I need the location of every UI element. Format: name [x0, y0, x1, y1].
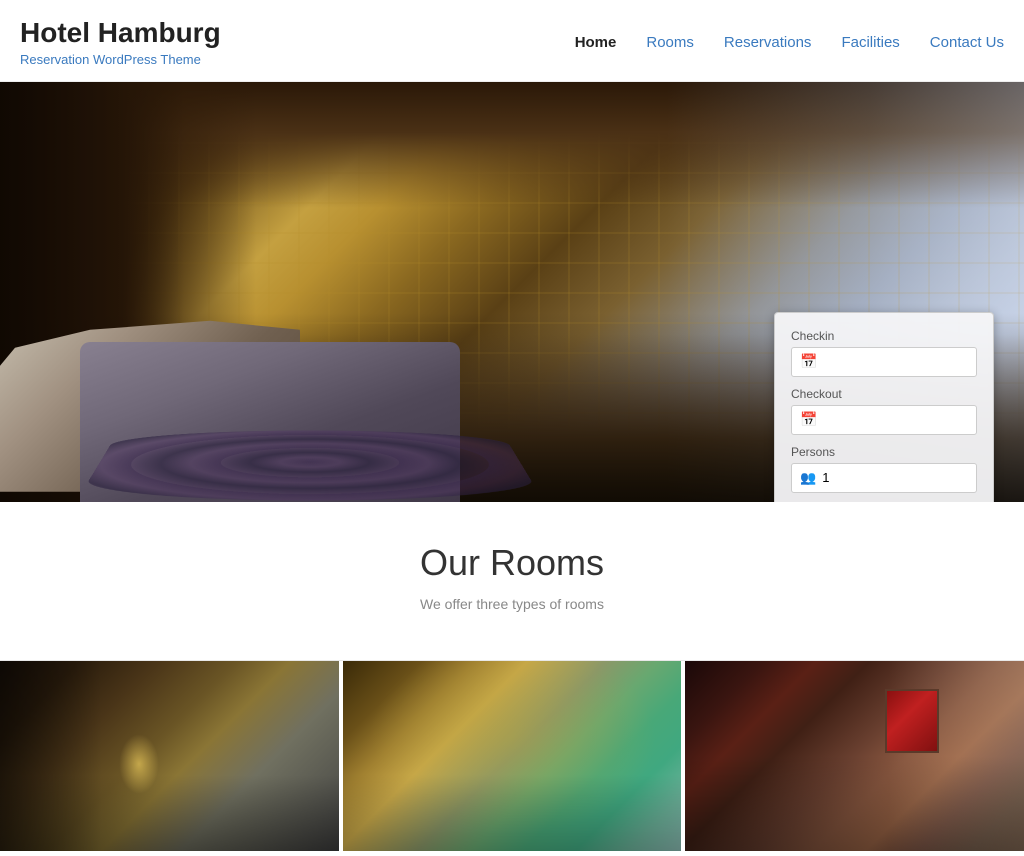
nav-rooms[interactable]: Rooms [646, 34, 694, 51]
rooms-title: Our Rooms [20, 542, 1004, 584]
persons-input[interactable] [822, 470, 968, 485]
persons-icon: 👥 [800, 470, 816, 486]
room-image-3 [685, 661, 1024, 851]
room-image-2 [343, 661, 682, 851]
checkout-input[interactable] [823, 412, 968, 427]
nav-home[interactable]: Home [575, 34, 617, 51]
main-nav: Home Rooms Reservations Facilities Conta… [575, 34, 1004, 51]
persons-label: Persons [791, 445, 977, 459]
room-image-1 [0, 661, 339, 851]
checkout-field: Checkout 📅 [791, 387, 977, 435]
nav-reservations[interactable]: Reservations [724, 34, 812, 51]
booking-widget: Checkin 📅 Checkout 📅 Persons 👥 Check ava… [774, 312, 994, 502]
checkout-label: Checkout [791, 387, 977, 401]
rug [77, 430, 544, 500]
room-card-3[interactable] [681, 661, 1024, 851]
checkin-input-wrapper[interactable]: 📅 [791, 347, 977, 377]
rooms-subtitle: We offer three types of rooms [20, 596, 1004, 612]
checkin-label: Checkin [791, 329, 977, 343]
site-header: Hotel Hamburg Reservation WordPress Them… [0, 0, 1024, 82]
nav-contact[interactable]: Contact Us [930, 34, 1004, 51]
persons-input-wrapper[interactable]: 👥 [791, 463, 977, 493]
checkin-field: Checkin 📅 [791, 329, 977, 377]
persons-field: Persons 👥 [791, 445, 977, 493]
calendar-icon: 📅 [800, 353, 817, 370]
room-card-2[interactable] [343, 661, 682, 851]
brand: Hotel Hamburg Reservation WordPress Them… [20, 18, 221, 67]
rooms-section: Our Rooms We offer three types of rooms [0, 502, 1024, 660]
checkin-input[interactable] [823, 354, 968, 369]
hero-section: Checkin 📅 Checkout 📅 Persons 👥 Check ava… [0, 82, 1024, 502]
brand-subtitle: Reservation WordPress Theme [20, 52, 221, 67]
room-card-1[interactable] [0, 661, 343, 851]
nav-facilities[interactable]: Facilities [841, 34, 899, 51]
brand-title: Hotel Hamburg [20, 18, 221, 49]
checkout-input-wrapper[interactable]: 📅 [791, 405, 977, 435]
rooms-grid [0, 661, 1024, 851]
calendar-icon-2: 📅 [800, 411, 817, 428]
